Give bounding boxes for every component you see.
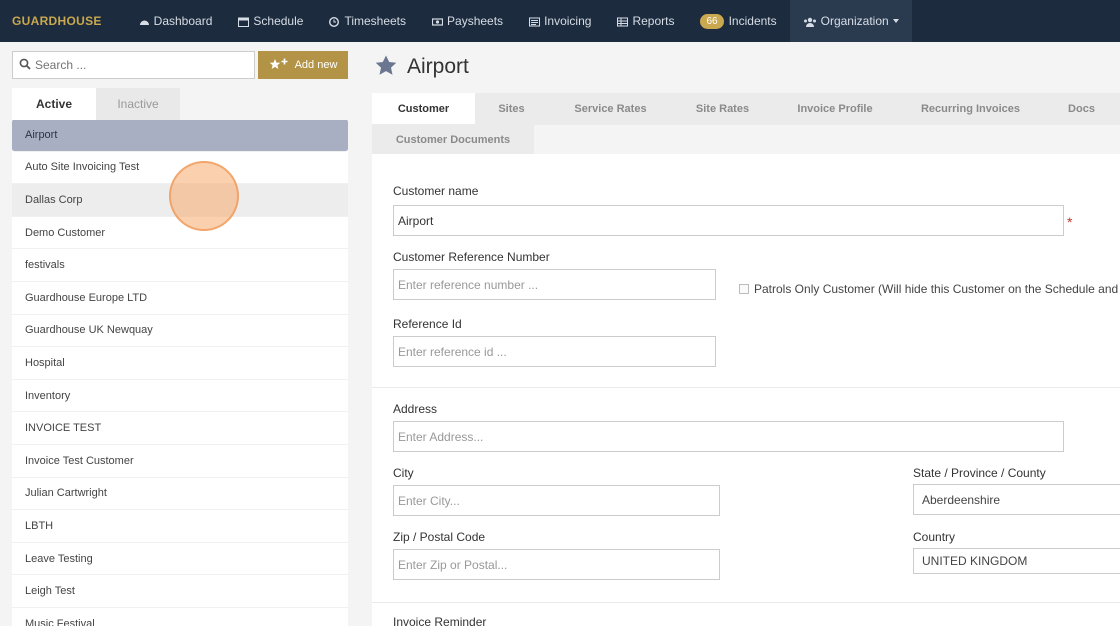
section-divider <box>372 387 1120 388</box>
nav-schedule-label: Schedule <box>253 14 304 28</box>
address-field[interactable] <box>393 421 1064 452</box>
top-navbar: GUARDHOUSE Dashboard Schedule Timesheets… <box>0 0 1120 42</box>
zip-label: Zip / Postal Code <box>393 530 486 544</box>
tab-inactive[interactable]: Inactive <box>96 88 180 120</box>
customer-list: Airport Auto Site Invoicing Test Dallas … <box>12 120 348 626</box>
list-item[interactable]: Guardhouse Europe LTD <box>12 282 348 315</box>
dashboard-icon <box>139 16 150 26</box>
add-new-button[interactable]: Add new <box>258 51 348 79</box>
star-icon[interactable] <box>375 55 397 79</box>
add-new-label: Add new <box>294 59 338 71</box>
money-icon <box>431 16 444 26</box>
address-label: Address <box>393 402 438 416</box>
status-tabs: Active Inactive <box>12 88 348 120</box>
customer-name-label: Customer name <box>393 184 479 198</box>
nav-dashboard-label: Dashboard <box>153 14 213 28</box>
tab-service-rates[interactable]: Service Rates <box>548 93 673 125</box>
list-item[interactable]: Auto Site Invoicing Test <box>12 152 348 185</box>
nav-timesheets-label: Timesheets <box>344 14 407 28</box>
list-item[interactable]: Dallas Corp <box>12 184 348 217</box>
customer-detail: Airport Customer Sites Service Rates Sit… <box>360 42 1120 626</box>
chevron-down-icon <box>892 19 899 23</box>
list-item[interactable]: Airport <box>12 120 348 152</box>
nav-paysheets-label: Paysheets <box>447 14 504 28</box>
city-field[interactable] <box>393 485 720 516</box>
list-item[interactable]: Julian Cartwright <box>12 478 348 511</box>
customer-name-field[interactable] <box>393 205 1064 236</box>
ref-id-field[interactable] <box>393 336 716 367</box>
nav-reports[interactable]: Reports <box>604 0 687 42</box>
nav-invoicing-label: Invoicing <box>544 14 592 28</box>
patrols-only-label: Patrols Only Customer (Will hide this Cu… <box>754 282 1120 296</box>
list-item[interactable]: Inventory <box>12 380 348 413</box>
tab-invoice-profile[interactable]: Invoice Profile <box>772 93 898 125</box>
list-item[interactable]: Invoice Test Customer <box>12 445 348 478</box>
tab-recurring-invoices[interactable]: Recurring Invoices <box>898 93 1043 125</box>
invoice-reminder-label: Invoice Reminder <box>393 615 487 626</box>
nav-reports-label: Reports <box>632 14 675 28</box>
customer-sidebar: Add new Active Inactive Airport Auto Sit… <box>0 42 360 626</box>
calendar-icon <box>238 16 250 27</box>
search-icon <box>19 58 31 73</box>
search-input[interactable] <box>35 58 245 72</box>
users-icon <box>803 16 817 27</box>
nav-incidents[interactable]: 66 Incidents <box>687 0 789 42</box>
page-header: Airport <box>375 55 469 79</box>
list-item[interactable]: Music Festival <box>12 608 348 626</box>
tab-customer[interactable]: Customer <box>372 93 475 125</box>
invoice-icon <box>529 16 541 27</box>
clock-icon <box>329 16 340 28</box>
tab-active[interactable]: Active <box>12 88 96 120</box>
patrols-only-checkbox[interactable]: Patrols Only Customer (Will hide this Cu… <box>739 282 1120 296</box>
section-divider <box>372 602 1120 603</box>
tab-sites[interactable]: Sites <box>475 93 548 125</box>
ref-number-label: Customer Reference Number <box>393 250 550 264</box>
ref-id-label: Reference Id <box>393 317 462 331</box>
table-icon <box>617 16 629 27</box>
nav-organization-label: Organization <box>820 14 889 28</box>
list-item[interactable]: Guardhouse UK Newquay <box>12 315 348 348</box>
tab-docs[interactable]: Docs <box>1043 93 1120 125</box>
nav-organization[interactable]: Organization <box>789 0 912 42</box>
nav-timesheets[interactable]: Timesheets <box>316 0 419 42</box>
customer-tabs: Customer Sites Service Rates Site Rates … <box>372 93 1120 156</box>
city-label: City <box>393 466 414 480</box>
incidents-count-badge: 66 <box>700 13 724 29</box>
list-item[interactable]: Demo Customer <box>12 217 348 250</box>
tab-site-rates[interactable]: Site Rates <box>673 93 772 125</box>
list-item[interactable]: Leigh Test <box>12 575 348 608</box>
star-plus-icon <box>269 58 289 73</box>
list-item[interactable]: festivals <box>12 249 348 282</box>
zip-field[interactable] <box>393 549 720 580</box>
checkbox-box[interactable] <box>739 284 749 294</box>
nav-invoicing[interactable]: Invoicing <box>516 0 604 42</box>
brand-logo[interactable]: GUARDHOUSE <box>0 14 114 28</box>
page-title: Airport <box>407 55 469 78</box>
nav-paysheets[interactable]: Paysheets <box>419 0 516 42</box>
nav-incidents-label: Incidents <box>728 14 777 28</box>
ref-number-field[interactable] <box>393 269 716 300</box>
state-select[interactable]: Aberdeenshire <box>913 484 1120 515</box>
country-label: Country <box>913 530 956 544</box>
customer-form: Customer name * Customer Reference Numbe… <box>372 154 1120 626</box>
list-item[interactable]: Leave Testing <box>12 543 348 576</box>
country-select[interactable]: UNITED KINGDOM <box>913 548 1120 574</box>
list-item[interactable]: INVOICE TEST <box>12 412 348 445</box>
state-label: State / Province / County <box>913 466 1046 480</box>
search-box[interactable] <box>12 51 255 79</box>
list-item[interactable]: Hospital <box>12 347 348 380</box>
nav-schedule[interactable]: Schedule <box>225 0 316 42</box>
list-item[interactable]: LBTH <box>12 510 348 543</box>
required-marker: * <box>1067 214 1073 230</box>
tab-customer-documents[interactable]: Customer Documents <box>372 124 534 156</box>
nav-dashboard[interactable]: Dashboard <box>126 0 226 42</box>
